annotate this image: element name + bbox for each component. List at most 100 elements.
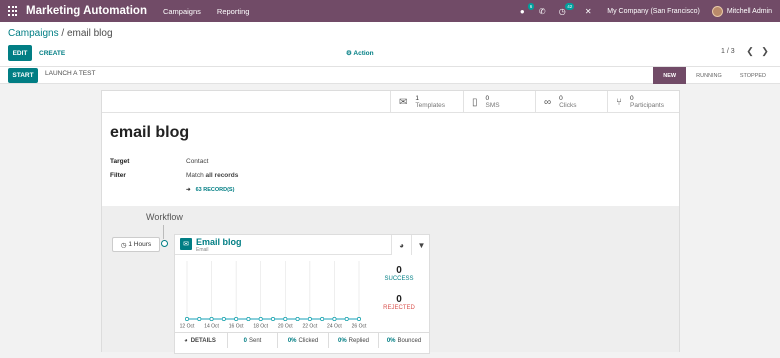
workflow-node-dot (161, 240, 168, 247)
interval-badge[interactable]: ◷ 1 Hours (112, 237, 160, 252)
success-counter[interactable]: 0 SUCCESS (374, 265, 424, 282)
activity-chart: 12 Oct 14 Oct 16 Oct 18 Oct 20 Oct 22 Oct 24 O… (180, 261, 367, 330)
create-button[interactable]: CREATE (39, 45, 65, 61)
series-point-1 (234, 317, 239, 321)
series-point-1 (209, 317, 214, 321)
interval-label: 1 Hours (128, 241, 152, 248)
pager-previous-icon[interactable]: ❮ (745, 46, 755, 57)
arrow-right-icon: ➜ (186, 187, 191, 193)
details-button[interactable]: ◕ DETAILS (175, 333, 228, 348)
breadcrumb-campaigns[interactable]: Campaigns (8, 28, 59, 39)
filter-icon[interactable]: ▼ (411, 235, 431, 255)
series-point-1 (271, 317, 275, 321)
menu-reporting[interactable]: Reporting (217, 7, 250, 16)
user-menu[interactable]: Mitchell Admin (727, 8, 772, 15)
activity-title[interactable]: Email blog (196, 237, 242, 247)
x-tick-label: 14 Oct (204, 324, 219, 330)
status-bar: START LAUNCH A TEST NEW RUNNING STOPPED (0, 66, 780, 84)
activity-clock-icon[interactable]: ◷ 42 (557, 2, 575, 16)
phone-icon[interactable]: ✆ (537, 7, 547, 16)
rejected-label: REJECTED (383, 305, 415, 311)
chat-icon[interactable]: ● 6 (517, 2, 535, 16)
records-link[interactable]: ➜ 63 RECORD(S) (186, 187, 234, 193)
top-navbar: Marketing Automation Campaigns Reporting… (0, 0, 780, 22)
x-tick-label: 16 Oct (229, 324, 244, 330)
filter-value: Match all records (186, 172, 238, 179)
replied-value: 0% (337, 337, 347, 344)
breadcrumb: Campaigns / email blog (8, 28, 113, 39)
pager-value[interactable]: 1 / 3 (721, 48, 735, 55)
x-tick-label: 22 Oct (302, 324, 317, 330)
close-icon[interactable]: ✕ (583, 7, 593, 16)
activity-card: ✉ Email blog Email ◕ ▼ 12 Oct 14 Oct 16 Oc… (174, 234, 430, 354)
participants-label: Participants (630, 102, 664, 109)
x-tick-label: 24 Oct (327, 324, 342, 330)
link-icon: ∞ (544, 96, 552, 108)
target-value: Contact (186, 158, 209, 165)
clicked-value: 0% (287, 337, 297, 344)
pie-chart-icon[interactable]: ◕ (391, 235, 411, 255)
x-tick-label: 18 Oct (253, 324, 268, 330)
details-label: DETAILS (190, 337, 216, 344)
avatar[interactable] (711, 5, 723, 17)
bounced-stat[interactable]: 0% Bounced (379, 333, 429, 348)
envelope-icon: ✉ (180, 238, 192, 250)
activity-type: Email (196, 247, 209, 253)
smart-buttons: ✉ 1 Templates ▯ 0 SMS ∞ 0 Clicks ⑂ 0 Partici… (102, 91, 679, 113)
templates-count: 1 (415, 94, 420, 102)
edit-button[interactable]: EDIT (8, 45, 32, 61)
activity-card-header: ✉ Email blog Email (175, 235, 391, 255)
bounced-label: Bounced (397, 337, 422, 344)
sms-stat-button[interactable]: ▯ 0 SMS (463, 91, 535, 113)
stage-running[interactable]: RUNNING (686, 67, 732, 84)
series-point-1 (221, 317, 226, 321)
sms-count: 0 (485, 94, 490, 102)
form-sheet: ✉ 1 Templates ▯ 0 SMS ∞ 0 Clicks ⑂ 0 Partici… (101, 90, 680, 354)
sent-label: Sent (249, 337, 262, 344)
records-count: 63 RECORD(S) (195, 187, 235, 193)
series-point-1 (197, 317, 202, 321)
replied-label: Replied (348, 337, 370, 344)
workflow-area: Workflow ◷ 1 Hours ✉ Email blog Email ◕ … (102, 206, 679, 354)
sent-value: 0 (243, 337, 247, 344)
envelope-icon: ✉ (399, 96, 408, 108)
sent-stat[interactable]: 0 Sent (228, 333, 278, 348)
app-title[interactable]: Marketing Automation (26, 5, 147, 17)
bounced-value: 0% (386, 337, 396, 344)
filter-domain: all records (205, 172, 239, 179)
control-panel: Campaigns / email blog EDIT CREATE ⚙ Act… (0, 22, 780, 66)
replied-stat[interactable]: 0% Replied (329, 333, 379, 348)
templates-label: Templates (415, 102, 446, 109)
participants-stat-button[interactable]: ⑂ 0 Participants (607, 91, 679, 113)
clicks-stat-button[interactable]: ∞ 0 Clicks (535, 91, 607, 113)
menu-campaigns[interactable]: Campaigns (163, 7, 201, 16)
action-menu[interactable]: ⚙ Action (346, 49, 374, 57)
series-point-1 (283, 317, 288, 321)
workflow-title: Workflow (146, 212, 183, 222)
clicked-stat[interactable]: 0% Clicked (278, 333, 329, 348)
pager-next-icon[interactable]: ❯ (760, 46, 770, 57)
rejected-count: 0 (396, 294, 402, 305)
apps-menu-icon[interactable] (8, 6, 18, 16)
company-switcher[interactable]: My Company (San Francisco) (607, 8, 700, 15)
series-point-1 (332, 317, 337, 321)
mobile-icon: ▯ (472, 96, 478, 108)
start-button[interactable]: START (8, 68, 38, 83)
success-count: 0 (396, 265, 402, 276)
series-point-1 (295, 317, 300, 321)
rejected-counter[interactable]: 0 REJECTED (374, 294, 424, 311)
stage-new[interactable]: NEW (653, 67, 687, 84)
clock-icon: ◷ (120, 241, 129, 249)
breadcrumb-separator: / (58, 28, 67, 39)
clicks-count: 0 (559, 94, 563, 102)
workflow-connector (163, 225, 164, 239)
breadcrumb-current: email blog (66, 28, 113, 39)
stage-stopped[interactable]: STOPPED (732, 67, 774, 84)
templates-stat-button[interactable]: ✉ 1 Templates (390, 91, 463, 113)
launch-test-button[interactable]: LAUNCH A TEST (45, 70, 95, 77)
success-label: SUCCESS (384, 276, 414, 282)
page-title: email blog (110, 124, 190, 141)
x-tick-label: 20 Oct (278, 324, 293, 330)
pie-icon: ◕ (184, 337, 188, 344)
clicked-label: Clicked (298, 337, 319, 344)
